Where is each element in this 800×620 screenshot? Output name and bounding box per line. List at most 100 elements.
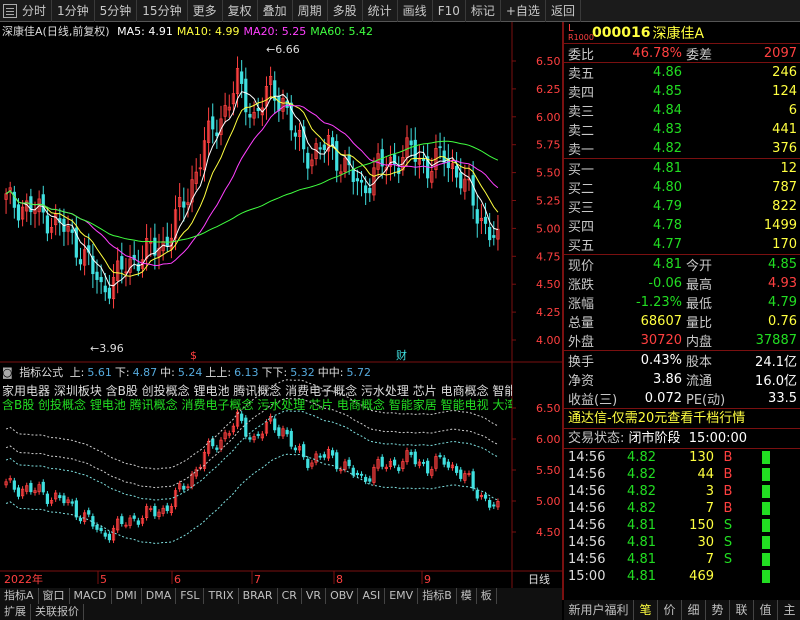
concept-list-green: 含B股 创投概念 锂电池 腾讯概念 消费电子概念 污水处理 芯片 电商概念 智能… [2, 398, 512, 412]
trade-price: 4.82 [627, 484, 656, 499]
trade-time: 14:56 [568, 484, 606, 499]
indicator-tab[interactable]: 板 [477, 588, 497, 604]
indicator-tab[interactable]: 指标B [418, 588, 457, 604]
sub-candle-body [322, 454, 326, 458]
trade-qty: 130 [689, 450, 714, 465]
indicator-tab[interactable]: 指标A [0, 588, 39, 604]
mark-button[interactable]: 标记 [466, 0, 501, 22]
tab-15min[interactable]: 15分钟 [137, 0, 188, 22]
right-tab[interactable]: 价 [658, 600, 682, 620]
lr-badge[interactable]: L R1000 [564, 23, 594, 42]
trade-price: 4.81 [627, 552, 656, 567]
indicator-tab[interactable]: TRIX [204, 588, 239, 604]
candle-body [318, 147, 322, 150]
indicator-tab[interactable]: DMA [142, 588, 177, 604]
stat-label: 换手 [568, 355, 595, 370]
right-tab[interactable]: 笔 [634, 600, 658, 620]
sub-candle-body [483, 494, 488, 499]
candle-body [103, 285, 107, 293]
ma-legend-item: MA20: 5.25 [243, 25, 307, 38]
sub-legend-value: 5.72 [346, 366, 372, 379]
sub-candle-body [293, 447, 298, 451]
sub-candle-body [58, 495, 62, 499]
ask-book: 卖五 4.86 246 卖四 4.85 124 卖三 4.84 6 卖二 4.83 441 卖一 4.82… [564, 63, 800, 159]
right-tab[interactable]: 新用户福利专享 [564, 600, 634, 620]
trade-qty: 150 [689, 518, 714, 533]
indicator-tab-row: 指标A 窗口 MACD DMI DMA FSL TRIX BRAR CR VR OBV ASI EMV 指… [0, 588, 562, 604]
back-button[interactable]: 返回 [546, 0, 581, 22]
stock-header: L R1000 000016 深康佳A [564, 22, 800, 44]
stats-button[interactable]: 统计 [363, 0, 398, 22]
stat-value: 3.86 [653, 372, 682, 387]
bid-label: 买三 [568, 201, 595, 216]
right-tab[interactable]: 主 [778, 600, 800, 620]
right-tab[interactable]: 联 [730, 600, 754, 620]
price-tick-label: 4.50 [536, 278, 561, 291]
fuquan-button[interactable]: 复权 [223, 0, 258, 22]
indicator-tab[interactable]: DMI [112, 588, 142, 604]
sub-chart-name[interactable]: 指标公式 [19, 366, 63, 379]
candle-body [471, 175, 475, 206]
indicator-tab[interactable]: FSL [176, 588, 205, 604]
trade-row: 14:56 4.82 3 B [564, 483, 800, 500]
sub-candle-body [215, 447, 219, 450]
sub-tick-label: 5.50 [536, 464, 561, 477]
chart-svg[interactable]: 6.50 6.25 6.00 5.75 5.50 5.25 5.00 4.75 4.50 4.25… [0, 22, 562, 600]
trade-row: 14:56 4.82 44 B [564, 466, 800, 483]
indicator-tab[interactable]: 模 [457, 588, 477, 604]
add-watchlist-button[interactable]: +自选 [501, 0, 546, 22]
more-button[interactable]: 更多 [188, 0, 223, 22]
right-tab[interactable]: 细 [682, 600, 706, 620]
stat-label: 最高 [686, 278, 713, 293]
sub-tick-label: 5.00 [536, 495, 561, 508]
kline-chart[interactable]: 6.50 6.25 6.00 5.75 5.50 5.25 5.00 4.75 4.50 4.25… [0, 22, 562, 600]
stat-value: 0.76 [768, 314, 797, 329]
sub-candle-body [368, 478, 372, 482]
indicator-tab[interactable]: VR [302, 588, 327, 604]
tab-5min[interactable]: 5分钟 [95, 0, 138, 22]
ma-legend-item: MA10: 4.99 [176, 25, 240, 38]
overlay-button[interactable]: 叠加 [258, 0, 293, 22]
candle-body [306, 152, 310, 169]
candle-body [355, 178, 360, 182]
multi-stock-button[interactable]: 多股 [328, 0, 363, 22]
trade-qty: 30 [697, 535, 714, 550]
indicator-tab[interactable]: MACD [70, 588, 112, 604]
tab-1min[interactable]: 1分钟 [52, 0, 95, 22]
tab-extend[interactable]: 扩展 [0, 604, 31, 620]
sub-candle-body [426, 460, 430, 474]
trade-flag: S [723, 552, 733, 567]
indicator-tab[interactable]: OBV [326, 588, 359, 604]
f10-button[interactable]: F10 [433, 0, 466, 22]
sub-legend-label: 下: [114, 366, 130, 379]
stat-label: 总量 [568, 316, 595, 331]
trade-time: 14:56 [568, 535, 606, 550]
bid-row: 买二 4.80 787 [564, 178, 800, 197]
band-line [5, 410, 499, 501]
indicator-tab[interactable]: EMV [385, 588, 419, 604]
collapse-icon[interactable]: ◙ [2, 366, 13, 379]
bid-volume: 787 [772, 180, 797, 195]
tick-trades[interactable]: 14:56 4.82 130 B 14:56 4.82 44 B 14:56 4.82 3 B 14:5… [564, 449, 800, 585]
indicator-tab[interactable]: BRAR [239, 588, 278, 604]
tab-related-quote[interactable]: 关联报价 [31, 604, 84, 620]
trade-price: 4.81 [627, 518, 656, 533]
indicator-tab[interactable]: ASI [358, 588, 386, 604]
trade-row: 15:00 4.81 469 [564, 568, 800, 585]
indicator-tab[interactable]: CR [278, 588, 302, 604]
right-tab[interactable]: 势 [706, 600, 730, 620]
upgrade-notice[interactable]: 通达信-仅需20元查看千档行情 [564, 409, 800, 429]
chart-title: 深康佳A(日线,前复权) [2, 25, 110, 38]
indicator-tab[interactable]: 窗口 [39, 588, 70, 604]
sub-candle-body [471, 471, 475, 489]
stat-value: 30720 [640, 333, 682, 348]
period-button[interactable]: 周期 [293, 0, 328, 22]
low-mark: ←3.96 [90, 342, 124, 355]
right-tab[interactable]: 值 [754, 600, 778, 620]
draw-line-button[interactable]: 画线 [398, 0, 433, 22]
ask-row: 卖三 4.84 6 [564, 101, 800, 120]
trade-time: 14:56 [568, 467, 606, 482]
menu-icon[interactable] [3, 4, 17, 18]
stat-label: 内盘 [686, 335, 713, 350]
candle-body [409, 140, 413, 146]
